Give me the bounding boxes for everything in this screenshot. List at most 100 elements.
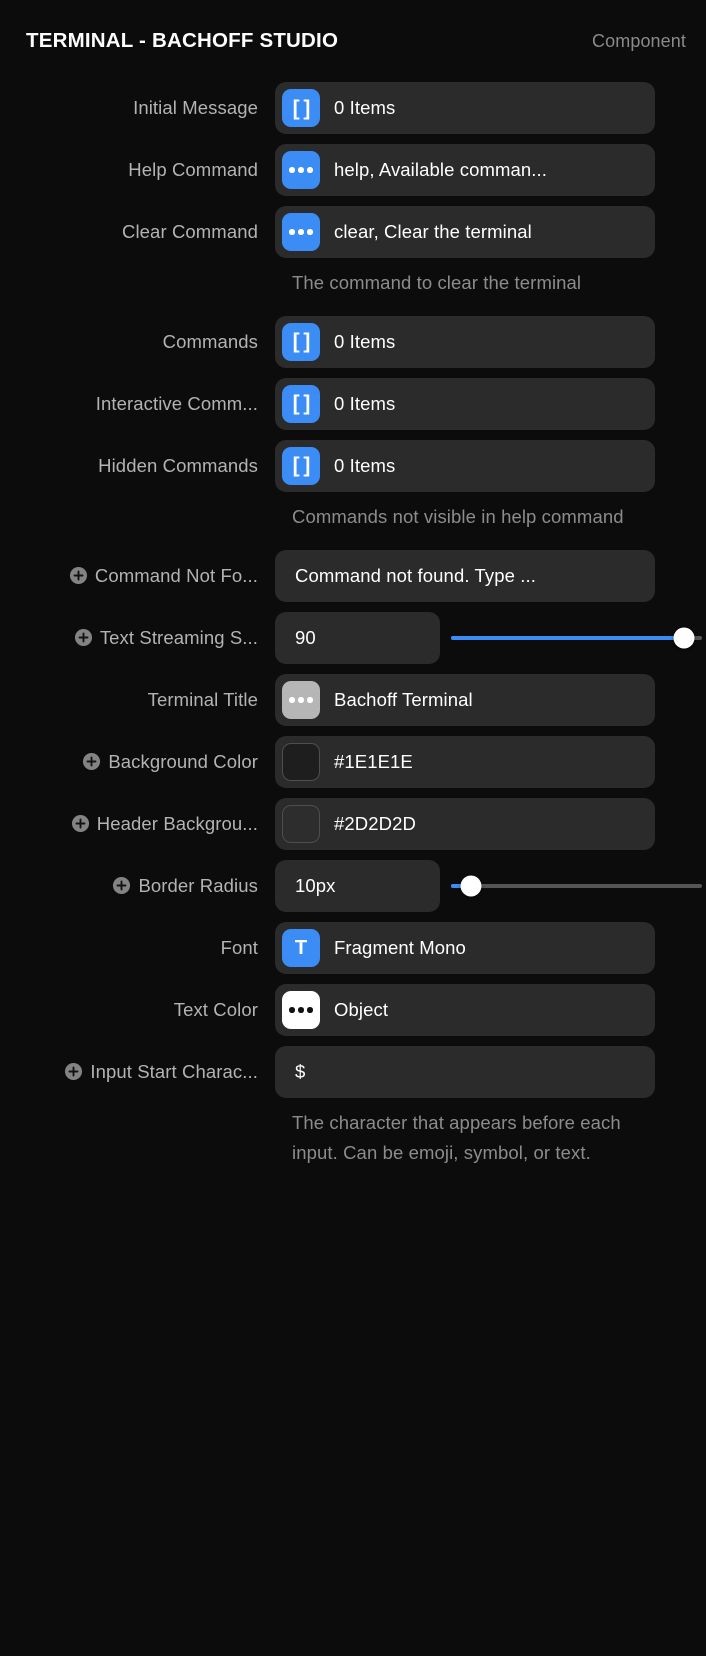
terminal-title-value: Bachoff Terminal [334, 688, 473, 710]
hidden-commands-help-text: Commands not visible in help command [292, 505, 624, 527]
property-row-font: Font T Fragment Mono [0, 921, 706, 974]
property-label: Command Not Fo... [94, 564, 258, 586]
property-field-cell: [ ] 0 Items [275, 82, 706, 134]
background-color-value: #1E1E1E [334, 750, 413, 772]
property-row-help-command: Help Command help, Available comman... [0, 144, 706, 196]
page-title: TERMINAL - BACHOFF STUDIO [26, 29, 339, 52]
property-field-cell: [ ] 0 Items [275, 377, 706, 430]
text-streaming-speed-input[interactable]: 90 [275, 611, 440, 664]
help-command-value: help, Available comman... [334, 159, 547, 180]
property-row-terminal-title: Terminal Title Bachoff Terminal [0, 673, 706, 726]
command-not-found-value: Command not found. Type ... [295, 564, 536, 586]
object-ellipsis-icon [282, 213, 320, 251]
array-brackets-icon: [ ] [282, 384, 320, 423]
property-field-cell: Bachoff Terminal [275, 673, 706, 726]
command-not-found-field[interactable]: Command not found. Type ... [275, 549, 655, 602]
add-override-icon[interactable] [112, 876, 131, 895]
property-field-cell: clear, Clear the terminal [275, 206, 706, 258]
add-override-icon[interactable] [74, 628, 93, 647]
slider-track [451, 875, 702, 897]
interactive-commands-value: 0 Items [334, 392, 396, 414]
property-label: Border Radius [138, 874, 258, 896]
property-label-cell: Clear Command [0, 221, 275, 243]
property-field-cell: help, Available comman... [275, 144, 706, 196]
initial-message-value: 0 Items [334, 97, 396, 118]
property-label: Hidden Commands [98, 454, 258, 476]
array-brackets-icon: [ ] [282, 322, 320, 361]
input-start-character-value: $ [295, 1060, 306, 1082]
property-field-cell: [ ] 0 Items [275, 315, 706, 368]
property-label: Terminal Title [147, 688, 258, 710]
property-label-cell: Background Color [0, 751, 275, 773]
property-label: Initial Message [133, 97, 258, 118]
commands-field[interactable]: [ ] 0 Items [275, 315, 655, 368]
property-inspector-panel: TERMINAL - BACHOFF STUDIO Component Init… [0, 0, 706, 1656]
property-row-header-background-color: Header Backgrou... #2D2D2D [0, 797, 706, 850]
color-swatch-icon[interactable] [282, 804, 320, 843]
color-swatch-icon[interactable] [282, 742, 320, 781]
property-label: Commands [162, 330, 258, 352]
property-field-cell: [ ] 0 Items [275, 439, 706, 492]
font-value: Fragment Mono [334, 936, 466, 958]
border-radius-slider[interactable] [451, 860, 706, 912]
property-field-cell: $ [275, 1045, 706, 1098]
add-override-icon[interactable] [69, 566, 88, 585]
border-radius-input[interactable]: 10px [275, 859, 440, 912]
header-background-color-field[interactable]: #2D2D2D [275, 797, 655, 850]
clear-command-help-text: The command to clear the terminal [292, 272, 582, 293]
property-field-cell: #1E1E1E [275, 735, 706, 788]
property-label: Interactive Comm... [95, 392, 258, 414]
property-field-cell: Command not found. Type ... [275, 549, 706, 602]
hidden-commands-value: 0 Items [334, 454, 396, 476]
font-field[interactable]: T Fragment Mono [275, 921, 655, 974]
panel-header: TERMINAL - BACHOFF STUDIO Component [0, 0, 706, 82]
property-label-cell: Font [0, 937, 275, 959]
slider-thumb[interactable] [460, 875, 482, 897]
add-override-icon[interactable] [64, 1062, 83, 1081]
add-override-icon[interactable] [82, 752, 101, 771]
text-streaming-speed-value: 90 [295, 626, 316, 648]
interactive-commands-field[interactable]: [ ] 0 Items [275, 377, 655, 430]
input-start-character-input[interactable]: $ [275, 1045, 655, 1098]
background-color-field[interactable]: #1E1E1E [275, 735, 655, 788]
property-label-cell: Command Not Fo... [0, 565, 275, 587]
font-t-icon: T [282, 928, 320, 967]
property-label: Font [220, 936, 258, 958]
text-streaming-speed-slider[interactable] [451, 612, 706, 664]
property-label-cell: Header Backgrou... [0, 813, 275, 835]
help-command-field[interactable]: help, Available comman... [275, 144, 655, 196]
property-field-cell: T Fragment Mono [275, 921, 706, 974]
property-label: Help Command [128, 159, 258, 180]
property-label: Input Start Charac... [90, 1060, 258, 1082]
clear-command-field[interactable]: clear, Clear the terminal [275, 206, 655, 258]
property-row-initial-message: Initial Message [ ] 0 Items [0, 82, 706, 134]
slider-thumb[interactable] [673, 627, 695, 649]
property-label-cell: Hidden Commands [0, 455, 275, 477]
add-override-icon[interactable] [71, 814, 90, 833]
property-label-cell: Commands [0, 331, 275, 353]
property-field-cell: #2D2D2D [275, 797, 706, 850]
property-label-cell: Border Radius [0, 875, 275, 897]
property-row-text-streaming-speed: Text Streaming S... 90 [0, 611, 706, 664]
array-brackets-icon: [ ] [282, 446, 320, 485]
property-row-clear-command: Clear Command clear, Clear the terminal [0, 206, 706, 258]
property-label-cell: Interactive Comm... [0, 393, 275, 415]
property-label: Header Backgrou... [96, 812, 258, 834]
text-color-value: Object [334, 998, 389, 1020]
property-row-commands: Commands [ ] 0 Items [0, 315, 706, 368]
border-radius-value: 10px [295, 874, 336, 896]
property-label-cell: Text Streaming S... [0, 627, 275, 649]
initial-message-field[interactable]: [ ] 0 Items [275, 82, 655, 134]
object-ellipsis-icon [282, 151, 320, 189]
property-label-cell: Terminal Title [0, 689, 275, 711]
hidden-commands-field[interactable]: [ ] 0 Items [275, 439, 655, 492]
property-rows: Initial Message [ ] 0 Items Help Command… [0, 82, 706, 1168]
property-row-border-radius: Border Radius 10px [0, 859, 706, 912]
terminal-title-field[interactable]: Bachoff Terminal [275, 673, 655, 726]
property-label-cell: Initial Message [0, 97, 275, 119]
commands-value: 0 Items [334, 330, 396, 352]
text-color-field[interactable]: Object [275, 983, 655, 1036]
property-label: Background Color [108, 750, 258, 772]
component-kind-label: Component [592, 30, 686, 51]
property-row-input-start-character: Input Start Charac... $ [0, 1045, 706, 1098]
